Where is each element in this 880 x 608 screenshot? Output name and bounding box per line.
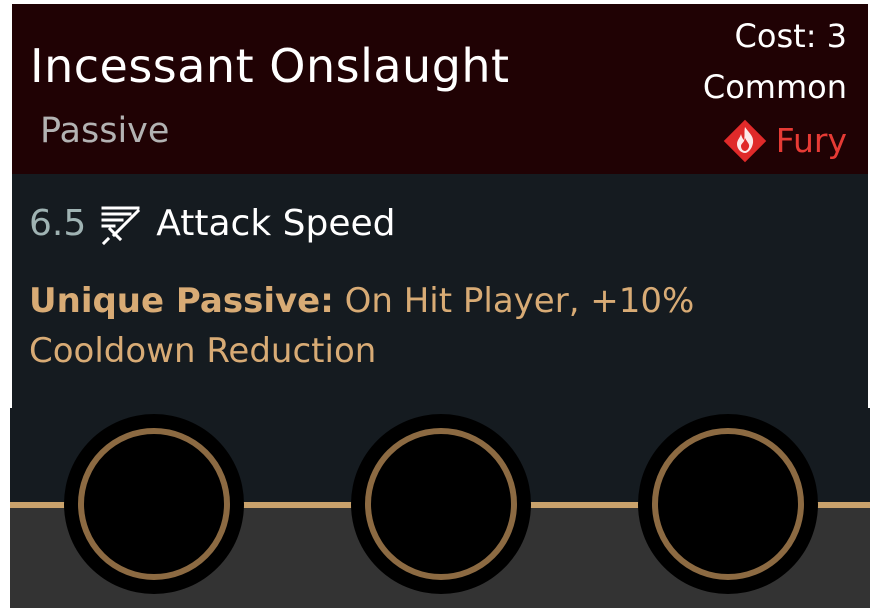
category-label: Fury <box>775 121 847 160</box>
card-cost: Cost: 3 <box>734 17 847 55</box>
stat-row: 6.5 Attack Speed <box>29 200 396 248</box>
stat-value: 6.5 <box>29 203 87 244</box>
slot-ring <box>78 428 230 580</box>
stat-name: Attack Speed <box>156 203 396 244</box>
card-category: Fury <box>722 118 847 164</box>
empty-slot-3[interactable] <box>638 414 818 594</box>
fury-flame-icon <box>723 119 767 163</box>
attack-speed-icon <box>101 206 141 245</box>
passive-label: Unique Passive: <box>29 281 334 321</box>
passive-description: Unique Passive: On Hit Player, +10% Cool… <box>29 276 859 376</box>
card-rarity: Common <box>702 68 847 106</box>
slot-ring <box>652 428 804 580</box>
card-header: Incessant Onslaught Passive Cost: 3 Comm… <box>12 4 868 174</box>
empty-slot-1[interactable] <box>64 414 244 594</box>
card-subtype: Passive <box>40 111 170 151</box>
item-card: Incessant Onslaught Passive Cost: 3 Comm… <box>12 4 868 408</box>
slot-ring <box>365 428 517 580</box>
card-title: Incessant Onslaught <box>30 39 510 93</box>
empty-slot-2[interactable] <box>351 414 531 594</box>
socket-bar <box>10 408 870 608</box>
